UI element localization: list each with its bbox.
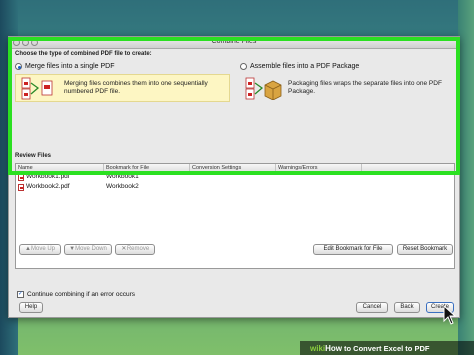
conversion-cell	[190, 182, 276, 192]
reset-bookmark-button[interactable]: Reset Bookmark	[397, 244, 453, 255]
cancel-button[interactable]: Cancel	[356, 302, 388, 313]
wikihow-article-title: to Convert Excel to PDF	[344, 343, 430, 353]
merge-radio[interactable]	[15, 63, 22, 70]
remove-button[interactable]: ✕Remove	[115, 244, 155, 255]
merge-option[interactable]: Merge files into a single PDF Merging fi…	[15, 63, 230, 102]
edit-bookmark-button[interactable]: Edit Bookmark for File	[313, 244, 393, 255]
remove-label: Remove	[126, 246, 150, 252]
package-description-box: Packaging files wraps the separate files…	[240, 74, 455, 102]
package-option-label: Assemble files into a PDF Package	[250, 63, 360, 70]
continue-combining-checkbox[interactable]: ✓	[17, 291, 24, 298]
move-down-button[interactable]: ▼Move Down	[64, 244, 112, 255]
pdf-file-icon	[18, 183, 24, 191]
mouse-pointer-icon	[443, 305, 457, 325]
continue-combining-row[interactable]: ✓ Continue combining if an error occurs	[17, 291, 135, 298]
file-name: Workbook1.pdf	[26, 173, 70, 180]
pdf-file-icon	[18, 173, 24, 181]
wikihow-logo-suffix: How	[325, 343, 343, 353]
help-button[interactable]: Help	[19, 302, 43, 313]
merge-description-box: Merging files combines them into one seq…	[15, 74, 230, 102]
combine-files-dialog: Combine Files Choose the type of combine…	[8, 36, 460, 318]
title-bar[interactable]: Combine Files	[9, 37, 459, 49]
column-header-warnings[interactable]: Warnings/Errors	[276, 164, 362, 171]
bookmark-cell: Workbook1	[106, 173, 139, 180]
continue-combining-label: Continue combining if an error occurs	[27, 291, 136, 298]
move-up-button[interactable]: ▲Move Up	[19, 244, 61, 255]
package-option[interactable]: Assemble files into a PDF Package Packag…	[240, 63, 455, 102]
choose-type-heading: Choose the type of combined PDF file to …	[15, 51, 152, 57]
merge-files-icon	[21, 77, 53, 100]
column-header-conversion[interactable]: Conversion Settings	[190, 164, 276, 171]
merge-option-label: Merge files into a single PDF	[25, 63, 115, 70]
table-header: Name Bookmark for File Conversion Settin…	[16, 164, 454, 172]
package-files-icon	[245, 77, 282, 100]
file-name-cell: Workbook2.pdf	[16, 182, 104, 192]
column-header-bookmark[interactable]: Bookmark for File	[104, 164, 190, 171]
package-radio[interactable]	[240, 63, 247, 70]
wikihow-logo-prefix: wiki	[310, 343, 326, 353]
conversion-cell	[190, 172, 276, 182]
window-title: Combine Files	[211, 38, 257, 45]
combine-type-options: Merge files into a single PDF Merging fi…	[15, 63, 455, 145]
move-down-label: Move Down	[75, 246, 107, 252]
column-header-name[interactable]: Name	[16, 164, 104, 171]
review-files-heading: Review Files	[15, 153, 52, 159]
warnings-cell	[276, 172, 362, 182]
back-button[interactable]: Back	[394, 302, 420, 313]
bookmark-cell: Workbook2	[106, 183, 139, 190]
move-up-label: Move Up	[30, 246, 55, 252]
merge-description: Merging files combines them into one seq…	[64, 80, 208, 95]
file-name-cell: Workbook1.pdf	[16, 172, 104, 182]
table-row[interactable]: Workbook2.pdf Workbook2	[16, 182, 454, 192]
package-description: Packaging files wraps the separate files…	[288, 80, 442, 95]
choose-type-section: Choose the type of combined PDF file to …	[15, 51, 455, 57]
table-row[interactable]: Workbook1.pdf Workbook1	[16, 172, 454, 182]
wikihow-logo: wikiHow	[310, 344, 342, 353]
file-name: Workbook2.pdf	[26, 183, 70, 190]
warnings-cell	[276, 182, 362, 192]
desktop-background-right	[458, 0, 474, 355]
wikihow-watermark: wikiHow to Convert Excel to PDF	[300, 341, 474, 355]
